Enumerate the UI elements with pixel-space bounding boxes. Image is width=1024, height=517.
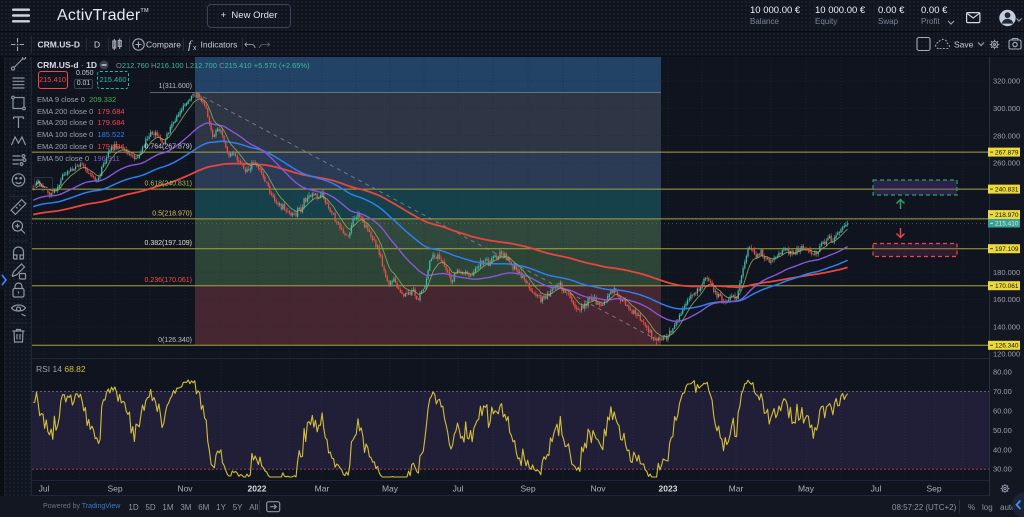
svg-text:240.831: 240.831: [995, 186, 1019, 193]
svg-text:30.00: 30.00: [993, 465, 1012, 474]
svg-text:Mar: Mar: [729, 484, 744, 494]
svg-text:Jul: Jul: [453, 484, 464, 494]
svg-text:0(126.340): 0(126.340): [158, 337, 192, 344]
svg-text:Sep: Sep: [926, 484, 941, 494]
svg-text:218.970: 218.970: [995, 212, 1019, 219]
svg-text:300.000: 300.000: [993, 104, 1020, 113]
svg-text:320.000: 320.000: [993, 77, 1020, 86]
svg-text:May: May: [798, 484, 815, 494]
svg-text:170.061: 170.061: [995, 283, 1019, 290]
svg-text:Sep: Sep: [520, 484, 535, 494]
svg-text:0.764(267.879): 0.764(267.879): [145, 144, 192, 151]
svg-text:Jul: Jul: [39, 484, 50, 494]
svg-text:80.00: 80.00: [993, 368, 1012, 377]
svg-text:0.618(240.831): 0.618(240.831): [145, 181, 192, 188]
svg-text:2023: 2023: [659, 484, 678, 494]
svg-text:0.236(170.061): 0.236(170.061): [145, 277, 192, 284]
svg-text:2022: 2022: [248, 484, 267, 494]
svg-text:215.410: 215.410: [995, 221, 1019, 228]
svg-text:60.00: 60.00: [993, 407, 1012, 416]
svg-text:D: D: [94, 40, 100, 50]
svg-text:197.109: 197.109: [995, 246, 1019, 253]
svg-text:70.00: 70.00: [993, 387, 1012, 396]
svg-text:1(311.600): 1(311.600): [159, 83, 192, 90]
svg-text:0.382(197.109): 0.382(197.109): [145, 240, 192, 247]
svg-text:280.000: 280.000: [993, 131, 1020, 140]
svg-text:Sep: Sep: [107, 484, 122, 494]
svg-text:Nov: Nov: [177, 484, 193, 494]
svg-text:Jul: Jul: [871, 484, 882, 494]
svg-text:126.340: 126.340: [995, 343, 1019, 350]
svg-text:x: x: [193, 45, 197, 52]
svg-text:120.000: 120.000: [993, 350, 1020, 359]
svg-text:140.000: 140.000: [993, 322, 1020, 331]
svg-text:0.5(218.970): 0.5(218.970): [152, 210, 192, 217]
svg-text:160.000: 160.000: [993, 295, 1020, 304]
svg-text:260.000: 260.000: [993, 159, 1020, 168]
svg-text:CRM.US-D: CRM.US-D: [38, 40, 81, 50]
svg-text:Compare: Compare: [146, 40, 181, 50]
svg-text:Mar: Mar: [315, 484, 330, 494]
svg-text:Nov: Nov: [590, 484, 606, 494]
svg-text:Indicators: Indicators: [201, 40, 238, 50]
svg-text:267.879: 267.879: [995, 149, 1019, 156]
svg-text:May: May: [382, 484, 399, 494]
svg-text:180.000: 180.000: [993, 268, 1020, 277]
svg-text:Save: Save: [954, 40, 974, 50]
svg-text:50.00: 50.00: [993, 426, 1012, 435]
svg-text:40.00: 40.00: [993, 445, 1012, 454]
